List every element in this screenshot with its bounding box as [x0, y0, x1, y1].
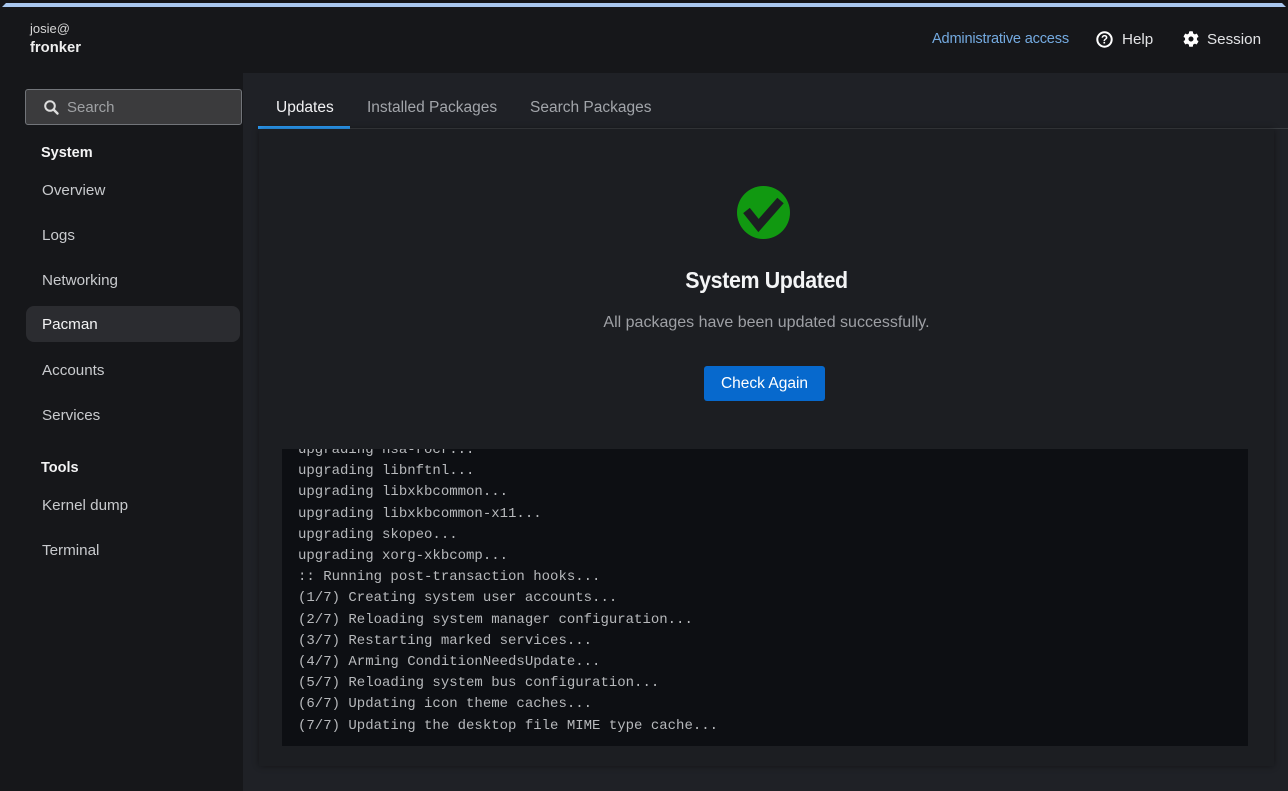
- svg-text:?: ?: [1101, 34, 1108, 46]
